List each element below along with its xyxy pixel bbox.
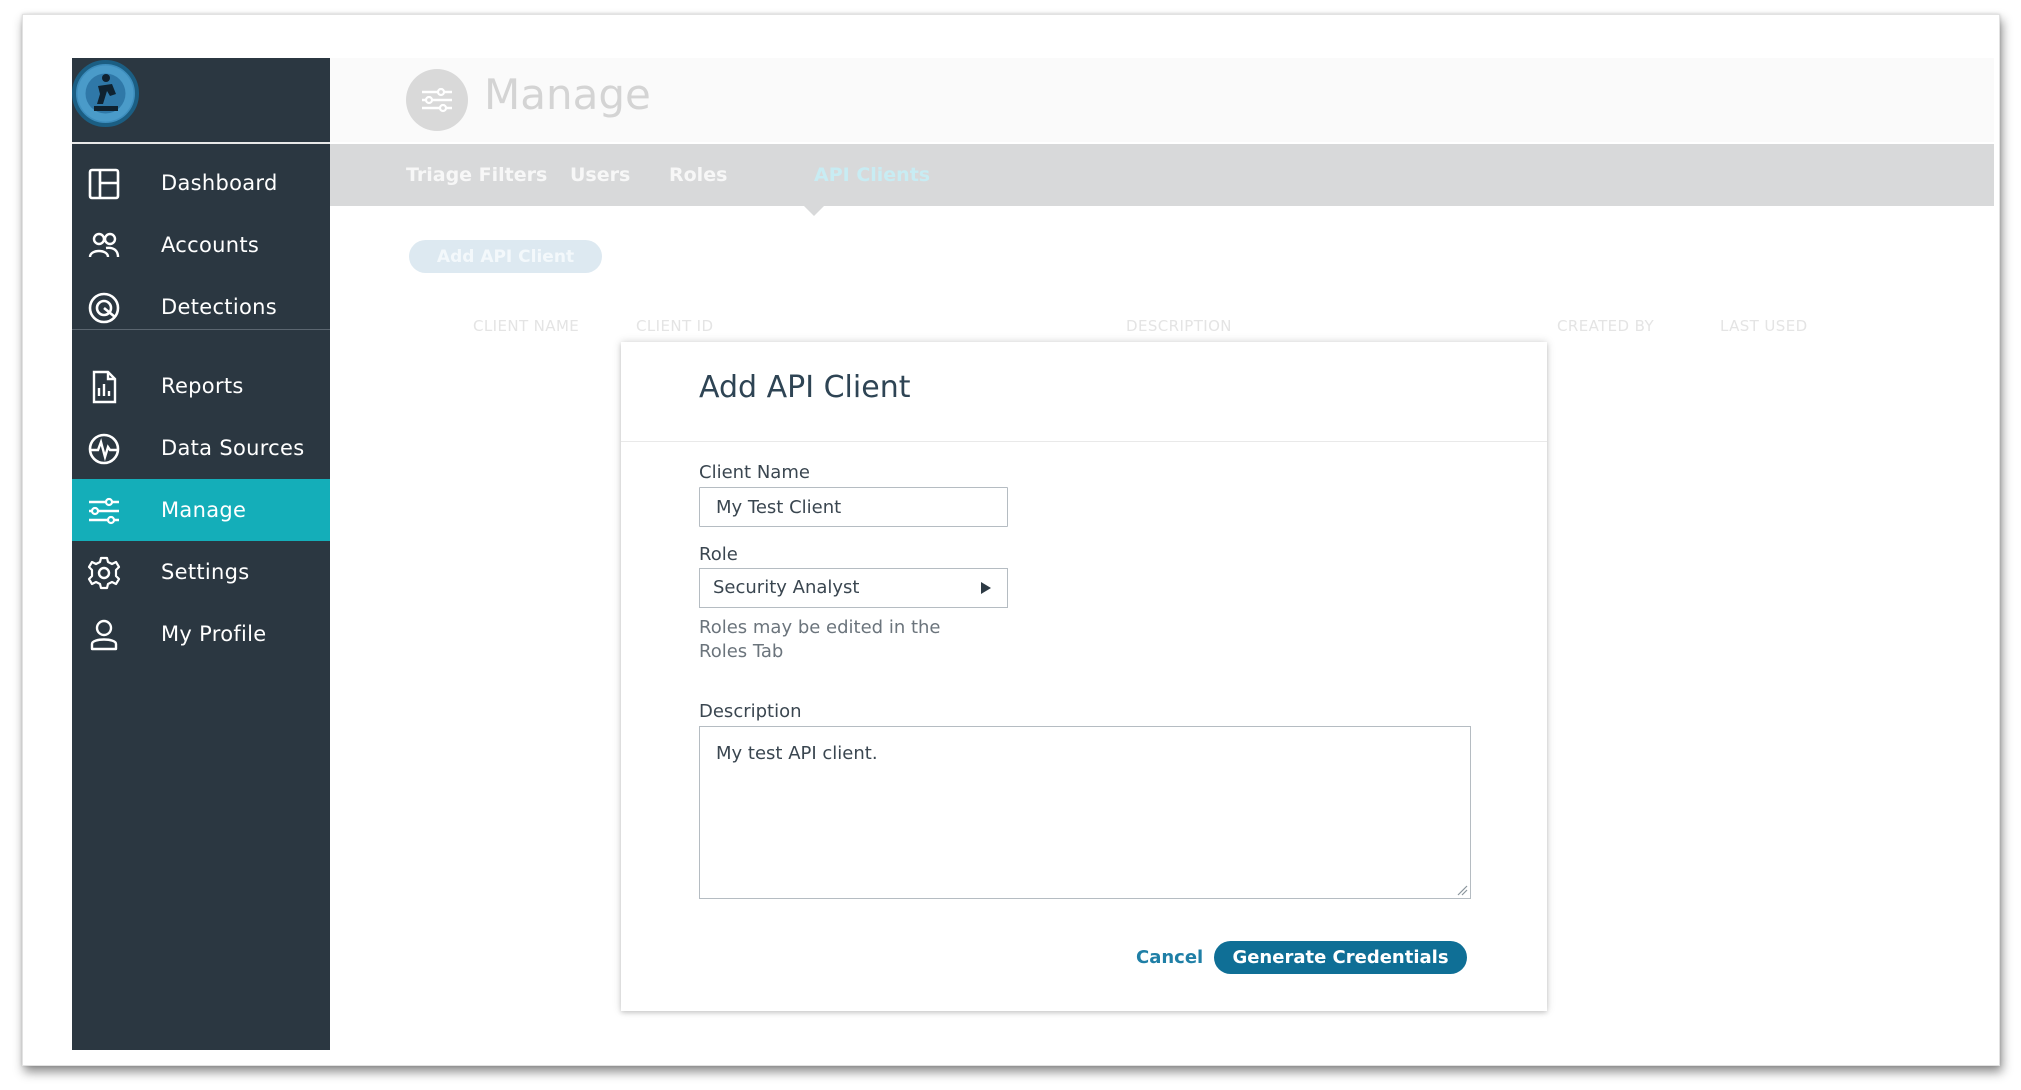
description-label: Description (699, 701, 802, 722)
cancel-button[interactable]: Cancel (1136, 947, 1203, 968)
gear-icon (87, 556, 121, 590)
page-header: Manage (330, 58, 1994, 142)
client-name-input[interactable] (699, 487, 1008, 527)
chevron-right-icon (981, 582, 991, 594)
column-header-last-used[interactable]: LAST USED (1720, 317, 1808, 335)
add-api-client-button[interactable]: Add API Client (409, 240, 602, 273)
sidebar-item-label: Manage (161, 498, 247, 522)
sidebar-divider (72, 329, 330, 330)
sidebar-item-label: Detections (161, 295, 277, 319)
report-icon (92, 370, 117, 404)
sidebar-item-label: My Profile (161, 622, 267, 646)
role-select-value: Security Analyst (713, 577, 860, 598)
person-icon (90, 619, 118, 651)
dialog-title: Add API Client (699, 370, 911, 405)
sidebar-item-label: Reports (161, 374, 244, 398)
column-header-client-id[interactable]: CLIENT ID (636, 317, 713, 335)
app-window: Dashboard Accounts Detections Reports Da… (72, 58, 1994, 1050)
tab-triage-filters[interactable]: Triage Filters (406, 164, 547, 186)
sidebar-item-label: Settings (161, 560, 250, 584)
tab-roles[interactable]: Roles (669, 164, 727, 186)
column-header-created-by[interactable]: CREATED BY (1557, 317, 1654, 335)
column-header-client-name[interactable]: CLIENT NAME (473, 317, 579, 335)
client-name-label: Client Name (699, 462, 810, 483)
role-label: Role (699, 544, 738, 565)
sidebar-item-settings[interactable]: Settings (72, 541, 330, 603)
sidebar-item-my-profile[interactable]: My Profile (72, 603, 330, 665)
sidebar-item-accounts[interactable]: Accounts (72, 214, 330, 276)
app-logo[interactable] (72, 60, 139, 127)
sidebar-item-dashboard[interactable]: Dashboard (72, 152, 330, 214)
logo-area (72, 58, 330, 142)
users-icon (88, 232, 120, 258)
role-help-text: Roles may be edited in the Roles Tab (699, 617, 941, 662)
add-api-client-dialog: Add API Client Client Name Role Security… (621, 342, 1547, 1011)
active-tab-indicator (804, 206, 824, 216)
sidebar-item-label: Data Sources (161, 436, 305, 460)
role-select[interactable]: Security Analyst (699, 568, 1008, 608)
sidebar-divider (72, 142, 330, 144)
sidebar-item-manage[interactable]: Manage (72, 479, 330, 541)
sidebar-item-label: Accounts (161, 233, 260, 257)
sidebar-item-label: Dashboard (161, 171, 278, 195)
tab-bar: Triage Filters Users Roles API Clients (330, 144, 1994, 216)
dashboard-icon (88, 168, 120, 200)
description-textarea[interactable]: My test API client. (699, 726, 1471, 899)
sidebar-item-data-sources[interactable]: Data Sources (72, 417, 330, 479)
tab-users[interactable]: Users (570, 164, 630, 186)
sidebar: Dashboard Accounts Detections Reports Da… (72, 58, 330, 1050)
pulse-icon (88, 433, 120, 465)
dialog-header: Add API Client (621, 342, 1547, 442)
target-icon (88, 292, 120, 324)
page-title: Manage (484, 70, 651, 119)
sliders-icon (406, 69, 468, 131)
screenshot-frame: Dashboard Accounts Detections Reports Da… (22, 14, 2000, 1066)
resize-grip-icon[interactable] (1456, 884, 1468, 896)
tab-api-clients[interactable]: API Clients (814, 164, 930, 186)
column-header-description[interactable]: DESCRIPTION (1126, 317, 1232, 335)
sliders-icon (89, 497, 119, 525)
generate-credentials-button[interactable]: Generate Credentials (1214, 941, 1467, 974)
sidebar-item-reports[interactable]: Reports (72, 355, 330, 417)
